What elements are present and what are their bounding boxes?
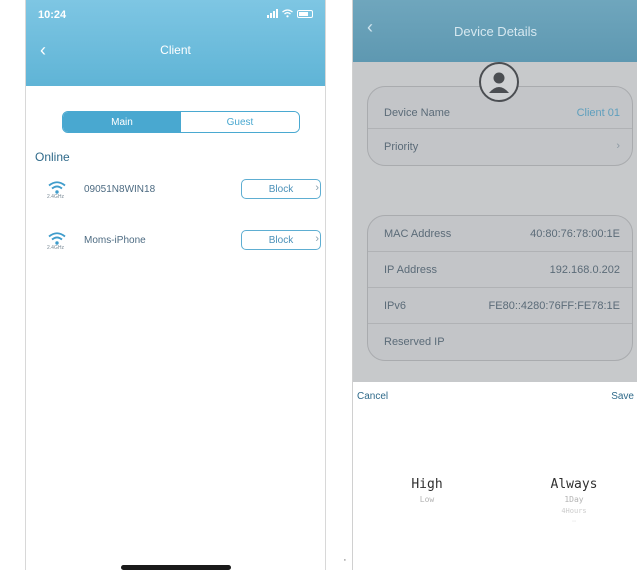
ip-address-value: 192.168.0.202	[549, 264, 620, 276]
sheet-toolbar: Cancel Save	[353, 382, 637, 412]
status-time: 10:24	[38, 9, 67, 21]
device-details-screen: ‹ Device Details Device Name Client 01 P…	[352, 0, 637, 570]
picker-selected-option[interactable]: High	[397, 477, 457, 495]
cancel-button[interactable]: Cancel	[357, 391, 388, 402]
wifi-icon	[48, 181, 66, 194]
ipv6-value: FE80::4280:76FF:FE78:1E	[488, 300, 620, 312]
chevron-right-icon[interactable]: ›	[315, 233, 319, 245]
priority-row[interactable]: Priority ›	[368, 129, 632, 165]
mac-address-value: 40:80:76:78:00:1E	[530, 228, 620, 240]
picker-option[interactable]: 4Hours	[537, 507, 611, 518]
wifi-icon	[48, 232, 66, 245]
picker-option[interactable]: Low	[397, 495, 457, 507]
network-info-card: MAC Address 40:80:76:78:00:1E IP Address…	[367, 215, 633, 361]
chevron-right-icon: ›	[616, 140, 620, 152]
status-icons	[267, 9, 313, 18]
nav-bar: ‹ Client	[26, 30, 325, 70]
priority-picker-sheet: Cancel Save High Low Always 1Day 4Hours …	[353, 382, 637, 570]
page-title: Client	[160, 43, 191, 57]
picker-option[interactable]: 1Day	[537, 495, 611, 507]
header: 10:24 ‹ Client	[26, 0, 325, 86]
header: ‹ Device Details	[353, 0, 637, 62]
device-name-value: Client 01	[576, 107, 620, 119]
client-row[interactable]: 2.4GHz 09051N8WIN18 Block ›	[26, 175, 325, 205]
save-button[interactable]: Save	[611, 391, 634, 402]
wifi-status-icon	[282, 9, 293, 18]
section-label-online: Online	[35, 150, 70, 164]
page-title: Device Details	[453, 23, 538, 39]
chevron-right-icon[interactable]: ›	[315, 182, 319, 194]
row-label: Priority	[384, 141, 419, 153]
device-name: Moms-iPhone	[84, 235, 146, 246]
mac-address-row: MAC Address 40:80:76:78:00:1E	[368, 216, 632, 252]
client-row[interactable]: 2.4GHz Moms-iPhone Block ›	[26, 226, 325, 256]
block-button[interactable]: Block	[241, 230, 321, 250]
status-bar: 10:24	[26, 0, 325, 30]
user-icon	[489, 72, 509, 93]
cellular-signal-icon	[267, 9, 278, 18]
picker-selected-option[interactable]: Always	[537, 477, 611, 495]
picker-option-faded: ⋯	[572, 518, 576, 525]
reserved-ip-row[interactable]: Reserved IP	[368, 324, 632, 360]
ipv6-row: IPv6 FE80::4280:76FF:FE78:1E	[368, 288, 632, 324]
back-button[interactable]: ‹	[40, 40, 46, 61]
block-button[interactable]: Block	[241, 179, 321, 199]
priority-picker-wheel[interactable]: High Low	[397, 477, 457, 507]
details-background-dimmed: ‹ Device Details Device Name Client 01 P…	[353, 0, 637, 382]
row-label: IP Address	[384, 264, 437, 276]
device-name: 09051N8WIN18	[84, 184, 156, 195]
row-label: IPv6	[384, 300, 407, 312]
band-label: 2.4GHz	[47, 245, 64, 251]
client-list-screen: 10:24 ‹ Client Main Guest Online 2.4GHz …	[25, 0, 326, 570]
tab-main[interactable]: Main	[63, 112, 181, 132]
row-label: Device Name	[384, 107, 451, 119]
ip-address-row: IP Address 192.168.0.202	[368, 252, 632, 288]
band-label: 2.4GHz	[47, 194, 64, 200]
row-label: Reserved IP	[384, 336, 445, 348]
duration-picker-wheel[interactable]: Always 1Day 4Hours ⋯	[537, 477, 611, 527]
segmented-control: Main Guest	[62, 111, 300, 133]
back-button[interactable]: ‹	[367, 17, 373, 38]
stray-mark: ‚	[344, 553, 346, 562]
battery-icon	[297, 9, 313, 18]
avatar	[479, 62, 519, 102]
row-label: MAC Address	[384, 228, 452, 240]
screenshot-composite: 10:24 ‹ Client Main Guest Online 2.4GHz …	[0, 0, 637, 570]
tab-guest[interactable]: Guest	[181, 112, 299, 132]
home-indicator	[121, 565, 231, 570]
